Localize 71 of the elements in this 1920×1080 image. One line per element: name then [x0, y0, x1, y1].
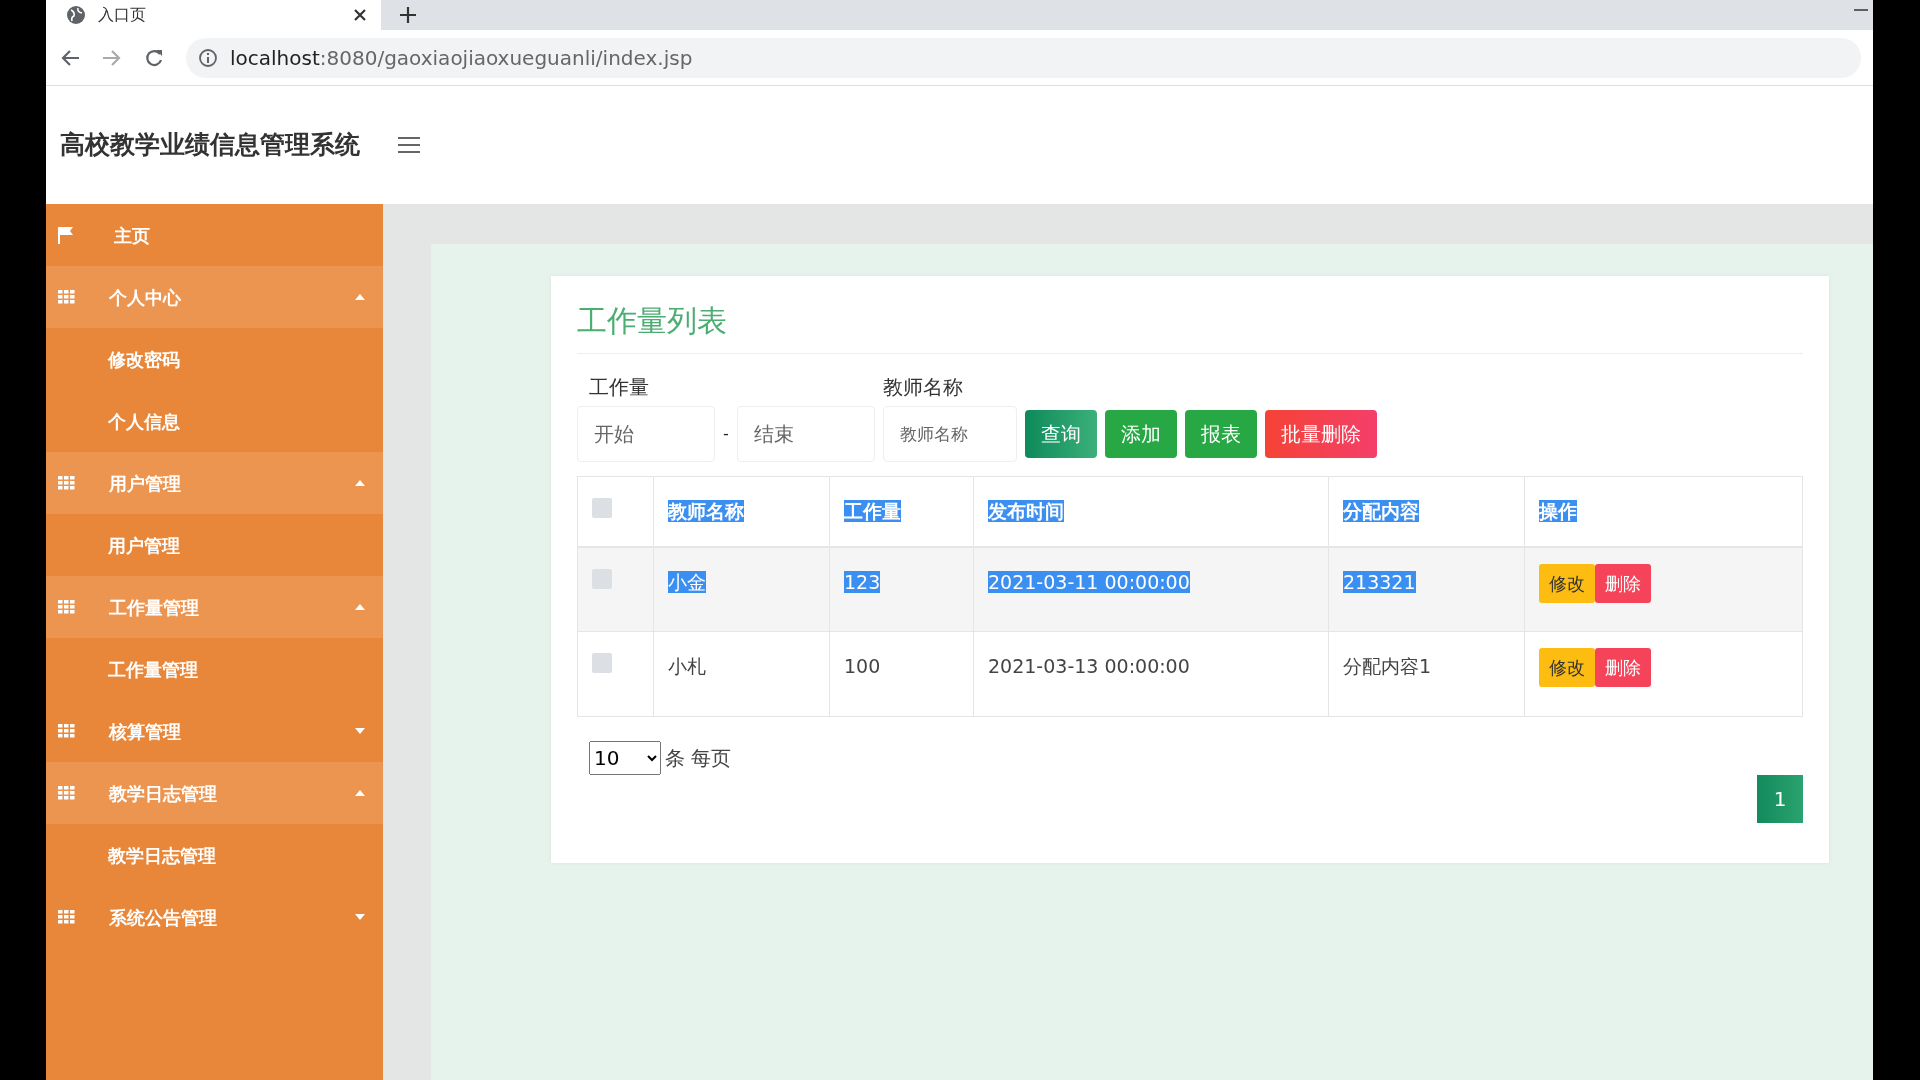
column-header: 发布时间	[988, 500, 1064, 522]
sidebar-subitem[interactable]: 个人信息	[46, 390, 383, 452]
edit-button[interactable]: 修改	[1539, 648, 1595, 687]
page-size-select[interactable]: 10	[589, 741, 661, 775]
page-size-label: 条 每页	[665, 745, 732, 772]
browser-tab[interactable]: 入口页	[46, 0, 381, 30]
table-cell: 分配内容1	[1343, 655, 1432, 677]
caret-up-icon	[355, 790, 365, 796]
caret-down-icon	[355, 728, 365, 734]
sidebar-subitem[interactable]: 修改密码	[46, 328, 383, 390]
column-header: 教师名称	[668, 500, 744, 522]
sidebar-group[interactable]: 工作量管理	[46, 576, 383, 638]
filter-label: 教师名称	[882, 374, 964, 401]
grid-icon	[58, 910, 75, 924]
address-bar[interactable]: localhost:8080/gaoxiaojiaoxueguanli/index.jsp	[186, 37, 1861, 78]
table-cell: 123	[844, 570, 881, 593]
menu-icon[interactable]	[398, 136, 420, 154]
page-button[interactable]: 1	[1757, 775, 1803, 823]
table-cell: 小金	[668, 570, 706, 593]
action-button[interactable]: 批量删除	[1264, 410, 1377, 458]
reload-icon[interactable]	[144, 47, 164, 68]
sidebar-group[interactable]: 教学日志管理	[46, 762, 383, 824]
table-cell: 小札	[668, 655, 706, 677]
row-checkbox[interactable]	[592, 653, 612, 673]
action-button[interactable]: 报表	[1184, 410, 1257, 458]
table-cell: 2021-03-11 00:00:00	[988, 570, 1190, 593]
sidebar-item[interactable]: 主页	[46, 204, 383, 266]
back-arrow-icon[interactable]	[60, 47, 80, 68]
app-title: 高校教学业绩信息管理系统	[60, 129, 360, 162]
table-cell: 100	[844, 655, 881, 677]
caret-up-icon	[355, 480, 365, 486]
row-checkbox[interactable]	[592, 568, 612, 589]
grid-icon	[58, 786, 75, 800]
caret-up-icon	[355, 294, 365, 300]
flag-icon	[58, 226, 74, 244]
sidebar-group[interactable]: 个人中心	[46, 266, 383, 328]
input-field[interactable]: 开始	[577, 406, 715, 462]
select-all-checkbox[interactable]	[592, 498, 612, 518]
action-button[interactable]: 查询	[1024, 410, 1097, 458]
column-header: 操作	[1539, 500, 1577, 522]
input-field[interactable]: 结束	[736, 406, 875, 462]
action-button[interactable]: 添加	[1104, 410, 1177, 458]
caret-up-icon	[355, 604, 365, 610]
table-cell: 2021-03-13 00:00:00	[988, 655, 1190, 677]
sidebar-group[interactable]: 用户管理	[46, 452, 383, 514]
column-header: 分配内容	[1343, 500, 1419, 522]
tab-title: 入口页	[98, 4, 147, 26]
range-separator: -	[723, 423, 729, 445]
close-icon[interactable]	[353, 8, 367, 22]
url-text: localhost:8080/gaoxiaojiaoxueguanli/index.jsp	[230, 44, 693, 72]
plus-icon[interactable]	[399, 6, 417, 24]
delete-button[interactable]: 删除	[1595, 563, 1651, 603]
panel-title: 工作量列表	[577, 298, 1803, 354]
globe-icon	[66, 5, 86, 25]
grid-icon	[58, 476, 75, 490]
input-field[interactable]: 教师名称	[882, 406, 1017, 462]
table-cell: 213321	[1343, 570, 1416, 593]
grid-icon	[58, 724, 75, 738]
sidebar-group[interactable]: 系统公告管理	[46, 886, 383, 948]
filter-label: 工作量	[588, 374, 650, 401]
column-header: 工作量	[844, 500, 901, 522]
sidebar-subitem[interactable]: 工作量管理	[46, 638, 383, 700]
sidebar-group[interactable]: 核算管理	[46, 700, 383, 762]
delete-button[interactable]: 删除	[1595, 648, 1651, 687]
grid-icon	[58, 600, 75, 614]
edit-button[interactable]: 修改	[1539, 563, 1595, 603]
grid-icon	[58, 290, 75, 304]
sidebar-subitem[interactable]: 用户管理	[46, 514, 383, 576]
caret-down-icon	[355, 914, 365, 920]
info-icon	[198, 47, 218, 68]
sidebar-subitem[interactable]: 教学日志管理	[46, 824, 383, 886]
